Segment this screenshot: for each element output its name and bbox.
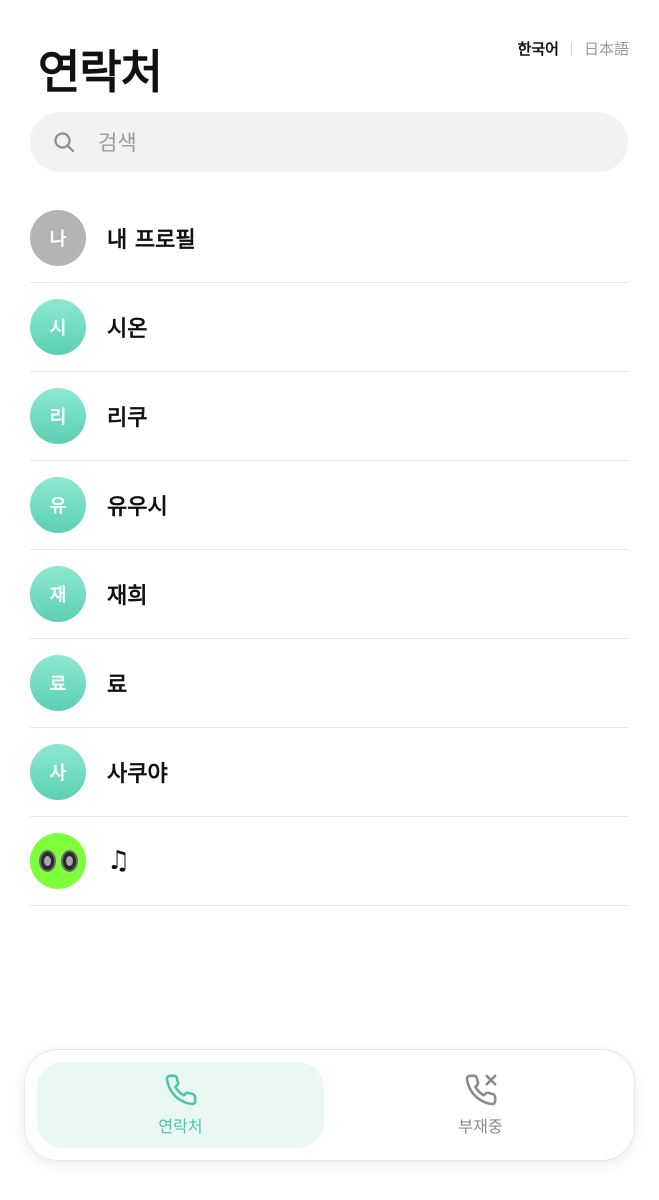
contact-name: 리쿠 <box>107 406 148 431</box>
contact-row[interactable]: ♫ <box>30 817 628 906</box>
avatar-image <box>30 833 86 889</box>
avatar-initial: 시 <box>49 318 67 339</box>
tab-contacts[interactable]: 연락처 <box>37 1062 324 1148</box>
contact-row[interactable]: 리 리쿠 <box>30 372 628 461</box>
avatar: 사 <box>30 744 86 800</box>
contact-name: 내 프로필 <box>107 228 196 253</box>
avatar: 료 <box>30 655 86 711</box>
avatar: 리 <box>30 388 86 444</box>
contact-name: 사쿠야 <box>107 762 168 787</box>
left-eye <box>38 850 56 872</box>
page-title: 연락처 <box>38 45 163 99</box>
avatar-initial: 나 <box>49 229 67 250</box>
tab-contacts-label: 연락처 <box>158 1117 203 1136</box>
phone-icon <box>165 1074 196 1106</box>
contact-name: 시온 <box>107 317 148 342</box>
language-switcher: 한국어 日本語 <box>518 38 629 59</box>
lang-korean[interactable]: 한국어 <box>518 38 559 59</box>
avatar-initial: 유 <box>49 496 67 517</box>
phone-missed-icon <box>465 1074 496 1106</box>
avatar: 유 <box>30 477 86 533</box>
lang-divider <box>570 41 572 56</box>
avatar-initial: 료 <box>49 674 67 695</box>
contact-row[interactable]: 사 사쿠야 <box>30 728 628 817</box>
tab-missed-label: 부재중 <box>458 1117 503 1136</box>
contact-list: 나 내 프로필 시 시온 리 리쿠 유 유우시 재 재희 료 료 사 사쿠야 ♫ <box>30 194 628 906</box>
avatar: 재 <box>30 566 86 622</box>
search-input[interactable]: 검색 <box>30 112 628 172</box>
contacts-screen: 연락처 한국어 日本語 검색 나 내 프로필 시 시온 리 리쿠 유 유우시 재… <box>0 0 659 1200</box>
contact-name: 재희 <box>107 584 148 609</box>
contact-row[interactable]: 료 료 <box>30 639 628 728</box>
header: 연락처 한국어 日本語 <box>30 30 629 100</box>
contact-row-my-profile[interactable]: 나 내 프로필 <box>30 194 628 283</box>
avatar-initial: 재 <box>49 585 67 606</box>
bottom-tab-bar: 연락처 부재중 <box>24 1049 635 1161</box>
avatar: 시 <box>30 299 86 355</box>
avatar-initial: 리 <box>49 407 67 428</box>
contact-name: ♫ <box>107 846 131 876</box>
avatar-initial: 사 <box>49 763 67 784</box>
contact-name: 유우시 <box>107 495 168 520</box>
contact-row[interactable]: 재 재희 <box>30 550 628 639</box>
contact-name: 료 <box>107 673 128 698</box>
contact-row[interactable]: 유 유우시 <box>30 461 628 550</box>
tab-missed-calls[interactable]: 부재중 <box>337 1062 624 1148</box>
lang-japanese[interactable]: 日本語 <box>584 38 629 59</box>
search-icon <box>54 132 75 153</box>
search-placeholder: 검색 <box>98 131 137 155</box>
contact-row[interactable]: 시 시온 <box>30 283 628 372</box>
avatar: 나 <box>30 210 86 266</box>
right-eye <box>60 850 78 872</box>
